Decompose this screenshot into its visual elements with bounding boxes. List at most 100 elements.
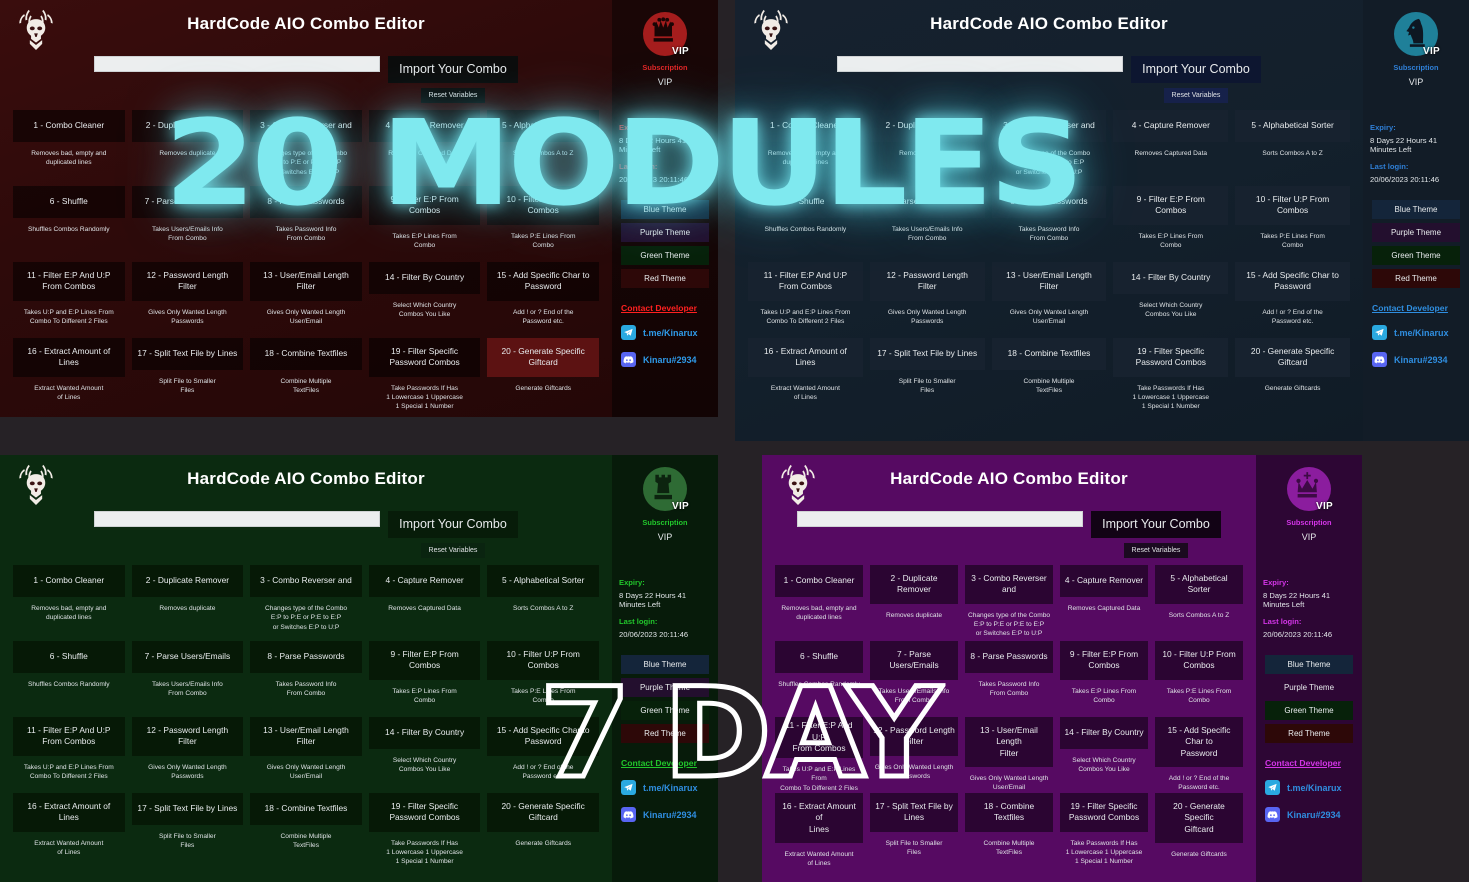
module-button[interactable]: 16 - Extract Amount of Lines — [13, 793, 125, 832]
module-button[interactable]: 18 - Combine Textfiles — [250, 793, 362, 825]
theme-button-blue[interactable]: Blue Theme — [1265, 655, 1353, 674]
module-button[interactable]: 1 - Combo Cleaner — [748, 110, 863, 142]
module-button[interactable]: 17 - Split Text File by Lines — [870, 793, 958, 832]
module-button[interactable]: 16 - Extract Amount of Lines — [748, 338, 863, 377]
telegram-link[interactable]: t.me/Kinarux — [1372, 325, 1460, 340]
reset-variables-button[interactable]: Reset Variables — [1163, 87, 1229, 103]
theme-button-red[interactable]: Red Theme — [621, 269, 709, 288]
contact-developer-link[interactable]: Contact Developer — [621, 758, 709, 768]
reset-variables-button[interactable]: Reset Variables — [420, 542, 486, 558]
import-combo-button[interactable]: Import Your Combo — [1131, 56, 1261, 83]
module-button[interactable]: 8 - Parse Passwords — [250, 186, 362, 218]
module-button[interactable]: 18 - Combine Textfiles — [991, 338, 1107, 370]
module-button[interactable]: 7 - Parse Users/Emails — [869, 186, 985, 218]
discord-link[interactable]: Kinaru#2934 — [1372, 352, 1460, 367]
module-button[interactable]: 17 - Split Text File by Lines — [869, 338, 985, 370]
import-combo-button[interactable]: Import Your Combo — [1091, 511, 1221, 538]
module-button[interactable]: 6 - Shuffle — [13, 641, 125, 673]
module-button[interactable]: 12 - Password Length Filter — [131, 262, 244, 301]
module-button[interactable]: 13 - User/Email Length Filter — [965, 717, 1053, 768]
module-button[interactable]: 5 - Alphabetical Sorter — [1235, 110, 1350, 142]
contact-developer-link[interactable]: Contact Developer — [1372, 303, 1460, 313]
module-button[interactable]: 5 - Alphabetical Sorter — [487, 565, 599, 597]
import-combo-button[interactable]: Import Your Combo — [388, 56, 518, 83]
module-button[interactable]: 7 - Parse Users/Emails — [131, 641, 244, 673]
module-button[interactable]: 12 - Password Length Filter — [869, 262, 985, 301]
module-button[interactable]: 7 - Parse Users/Emails — [131, 186, 244, 218]
discord-link[interactable]: Kinaru#2934 — [1265, 807, 1353, 822]
module-button[interactable]: 2 - Duplicate Remover — [870, 565, 958, 604]
module-button[interactable]: 15 - Add Specific Char to Password — [1235, 262, 1350, 301]
module-button[interactable]: 19 - Filter Specific Password Combos — [1060, 793, 1148, 832]
theme-button-purple[interactable]: Purple Theme — [621, 223, 709, 242]
module-button[interactable]: 11 - Filter E:P And U:P From Combos — [775, 717, 863, 758]
module-button[interactable]: 9 - Filter E:P From Combos — [368, 186, 481, 225]
module-button[interactable]: 2 - Duplicate Remover — [869, 110, 985, 142]
module-button[interactable]: 10 - Filter U:P From Combos — [487, 641, 599, 680]
discord-link[interactable]: Kinaru#2934 — [621, 352, 709, 367]
module-button[interactable]: 20 - Generate Specific Giftcard — [487, 793, 599, 832]
theme-button-green[interactable]: Green Theme — [621, 246, 709, 265]
module-button[interactable]: 19 - Filter Specific Password Combos — [368, 793, 481, 832]
theme-button-green[interactable]: Green Theme — [621, 701, 709, 720]
module-button[interactable]: 1 - Combo Cleaner — [13, 565, 125, 597]
module-button[interactable]: 5 - Alphabetical Sorter — [487, 110, 599, 142]
theme-button-red[interactable]: Red Theme — [1265, 724, 1353, 743]
module-button[interactable]: 11 - Filter E:P And U:P From Combos — [748, 262, 863, 301]
module-button[interactable]: 20 - Generate Specific Giftcard — [1235, 338, 1350, 377]
module-button[interactable]: 14 - Filter By Country — [368, 717, 481, 749]
module-button[interactable]: 9 - Filter E:P From Combos — [1060, 641, 1148, 680]
combo-path-input[interactable] — [94, 511, 381, 527]
module-button[interactable]: 10 - Filter U:P From Combos — [487, 186, 599, 225]
module-button[interactable]: 8 - Parse Passwords — [965, 641, 1053, 673]
module-button[interactable]: 13 - User/Email Length Filter — [250, 262, 362, 301]
telegram-link[interactable]: t.me/Kinarux — [1265, 780, 1353, 795]
module-button[interactable]: 4 - Capture Remover — [368, 110, 481, 142]
contact-developer-link[interactable]: Contact Developer — [1265, 758, 1353, 768]
import-combo-button[interactable]: Import Your Combo — [388, 511, 518, 538]
module-button[interactable]: 3 - Combo Reverser and — [991, 110, 1107, 142]
theme-button-red[interactable]: Red Theme — [621, 724, 709, 743]
module-button[interactable]: 18 - Combine Textfiles — [250, 338, 362, 370]
module-button[interactable]: 2 - Duplicate Remover — [131, 110, 244, 142]
module-button[interactable]: 8 - Parse Passwords — [991, 186, 1107, 218]
module-button[interactable]: 20 - Generate Specific Giftcard — [1155, 793, 1243, 844]
theme-button-blue[interactable]: Blue Theme — [1372, 200, 1460, 219]
module-button[interactable]: 8 - Parse Passwords — [250, 641, 362, 673]
module-button[interactable]: 6 - Shuffle — [13, 186, 125, 218]
module-button[interactable]: 15 - Add Specific Char to Password — [487, 717, 599, 756]
module-button[interactable]: 14 - Filter By Country — [1113, 262, 1229, 294]
module-button[interactable]: 11 - Filter E:P And U:P From Combos — [13, 262, 125, 301]
module-button[interactable]: 15 - Add Specific Char to Password — [1155, 717, 1243, 768]
contact-developer-link[interactable]: Contact Developer — [621, 303, 709, 313]
module-button[interactable]: 3 - Combo Reverser and — [250, 110, 362, 142]
theme-button-green[interactable]: Green Theme — [1372, 246, 1460, 265]
theme-button-purple[interactable]: Purple Theme — [1265, 678, 1353, 697]
module-button[interactable]: 20 - Generate Specific Giftcard — [487, 338, 599, 377]
module-button[interactable]: 6 - Shuffle — [748, 186, 863, 218]
theme-button-blue[interactable]: Blue Theme — [621, 655, 709, 674]
discord-link[interactable]: Kinaru#2934 — [621, 807, 709, 822]
module-button[interactable]: 2 - Duplicate Remover — [131, 565, 244, 597]
module-button[interactable]: 9 - Filter E:P From Combos — [368, 641, 481, 680]
module-button[interactable]: 12 - Password Length Filter — [131, 717, 244, 756]
module-button[interactable]: 13 - User/Email Length Filter — [991, 262, 1107, 301]
module-button[interactable]: 11 - Filter E:P And U:P From Combos — [13, 717, 125, 756]
theme-button-purple[interactable]: Purple Theme — [621, 678, 709, 697]
module-button[interactable]: 4 - Capture Remover — [1060, 565, 1148, 597]
module-button[interactable]: 14 - Filter By Country — [368, 262, 481, 294]
module-button[interactable]: 18 - Combine Textfiles — [965, 793, 1053, 832]
combo-path-input[interactable] — [797, 511, 1084, 527]
module-button[interactable]: 16 - Extract Amount of Lines — [13, 338, 125, 377]
module-button[interactable]: 1 - Combo Cleaner — [775, 565, 863, 597]
module-button[interactable]: 1 - Combo Cleaner — [13, 110, 125, 142]
module-button[interactable]: 6 - Shuffle — [775, 641, 863, 673]
module-button[interactable]: 17 - Split Text File by Lines — [131, 793, 244, 825]
module-button[interactable]: 4 - Capture Remover — [368, 565, 481, 597]
module-button[interactable]: 17 - Split Text File by Lines — [131, 338, 244, 370]
theme-button-purple[interactable]: Purple Theme — [1372, 223, 1460, 242]
telegram-link[interactable]: t.me/Kinarux — [621, 780, 709, 795]
module-button[interactable]: 3 - Combo Reverser and — [965, 565, 1053, 604]
module-button[interactable]: 14 - Filter By Country — [1060, 717, 1148, 749]
telegram-link[interactable]: t.me/Kinarux — [621, 325, 709, 340]
